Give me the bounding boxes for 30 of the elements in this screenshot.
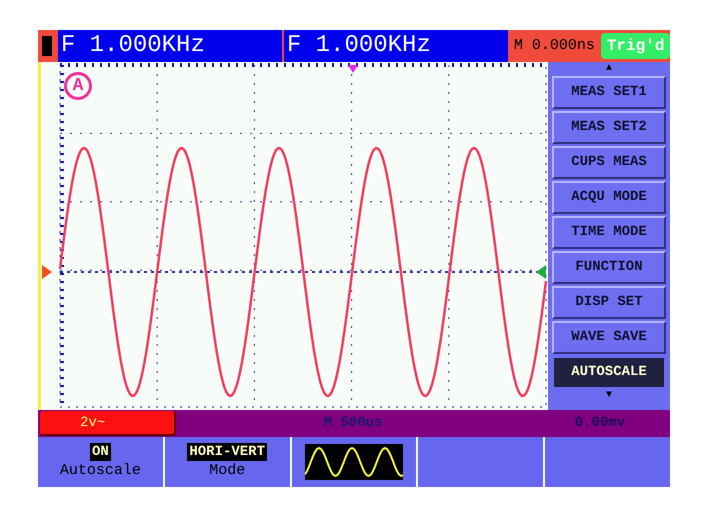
down-arrow-icon[interactable]: ▼ — [606, 391, 612, 401]
frequency-readout: F 1.000KHz — [282, 30, 508, 62]
menu-item[interactable]: MEAS SET2 — [552, 111, 666, 144]
trigger-status: Trig'd — [601, 33, 670, 59]
soft-key-label: Autoscale — [60, 461, 141, 481]
channel-scale: 2v~ — [40, 411, 176, 436]
menu-item[interactable]: MEAS SET1 — [552, 76, 666, 109]
channel-offset-icon — [42, 265, 52, 279]
up-arrow-icon[interactable]: ▲ — [606, 64, 612, 74]
sine-wave-icon — [304, 444, 403, 480]
channel-marker: A — [64, 72, 92, 100]
trigger-position-icon — [348, 65, 358, 73]
soft-key[interactable] — [292, 437, 416, 487]
time-offset: M 0.000ns — [512, 36, 596, 56]
trigger-level-icon — [536, 265, 546, 279]
soft-key-value: HORI-VERT — [187, 443, 267, 461]
menu-item[interactable]: FUNCTION — [552, 251, 666, 284]
menu-item[interactable]: CUPS MEAS — [552, 146, 666, 179]
menu-item[interactable]: WAVE SAVE — [552, 321, 666, 354]
soft-key-label: Mode — [209, 461, 246, 481]
menu-item[interactable]: TIME MODE — [552, 216, 666, 249]
menu-item[interactable]: ACQU MODE — [552, 181, 666, 214]
soft-key-value: ON — [90, 443, 111, 461]
trigger-level: 0.00mv — [574, 414, 626, 433]
soft-key[interactable]: ON Autoscale — [38, 437, 163, 487]
frequency-readout: F 1.000KHz — [56, 30, 282, 62]
soft-key[interactable]: HORI-VERT Mode — [164, 437, 290, 487]
menu-item[interactable]: DISP SET — [552, 286, 666, 319]
timebase: M 500us — [322, 414, 384, 433]
menu-item[interactable]: AUTOSCALE — [552, 356, 666, 389]
